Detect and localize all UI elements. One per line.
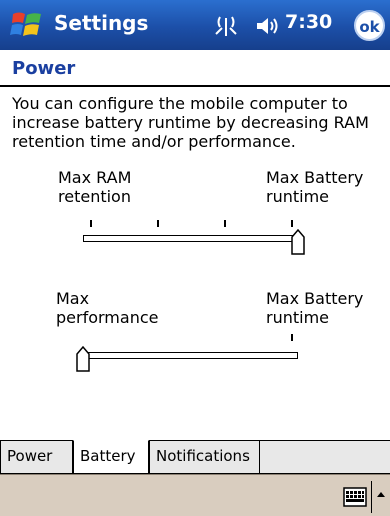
heading-divider [0,85,390,87]
menu-bar [0,474,390,516]
ram-retention-slider-thumb[interactable] [291,229,305,255]
title-bar: Settings 7:30 ok [0,0,390,50]
speaker-icon[interactable] [254,14,280,38]
keyboard-icon[interactable] [343,487,367,507]
tab-bar: Power Battery Notifications [0,440,390,474]
performance-slider-thumb[interactable] [76,346,90,372]
slider-ram-right-label: Max Battery runtime [266,168,364,206]
tab-bar-filler [260,441,390,474]
performance-slider[interactable] [83,352,298,359]
antenna-icon[interactable] [214,14,238,38]
slider-tick [291,334,293,341]
sip-arrow-icon[interactable] [376,487,386,505]
slider-ram-left-label: Max RAM retention [58,168,132,206]
slider-tick [90,220,92,227]
clock[interactable]: 7:30 [285,11,332,33]
slider-performance-left-label: Max performance [56,289,159,327]
page-description: You can configure the mobile computer to… [12,94,369,151]
tab-power[interactable]: Power [0,441,73,474]
windows-start-icon[interactable] [10,8,44,42]
slider-tick [157,220,159,227]
slider-tick [224,220,226,227]
app-title: Settings [54,11,149,35]
ram-retention-slider[interactable] [83,235,298,242]
page-title: Power [12,58,76,79]
slider-tick [291,220,293,227]
tab-battery[interactable]: Battery [73,440,149,474]
tab-notifications[interactable]: Notifications [149,441,260,474]
menu-separator [371,481,372,513]
ok-button[interactable]: ok [354,10,385,41]
slider-performance-right-label: Max Battery runtime [266,289,364,327]
